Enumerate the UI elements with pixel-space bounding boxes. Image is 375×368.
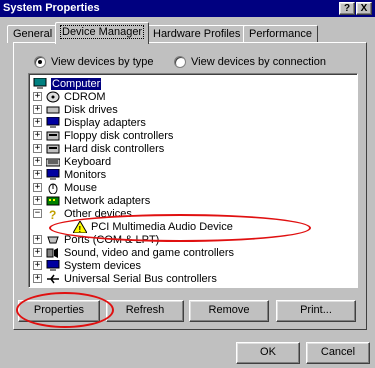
tree-item[interactable]: − ? Other devices — [33, 207, 132, 222]
usb-icon — [46, 273, 60, 285]
expand-icon[interactable]: + — [33, 157, 42, 166]
tree-item-label: Floppy disk controllers — [64, 129, 174, 142]
svg-text:!: ! — [79, 225, 82, 233]
radio-label: View devices by connection — [191, 56, 326, 68]
expand-icon[interactable]: + — [33, 131, 42, 140]
svg-text:?: ? — [49, 208, 56, 220]
keyboard-icon — [45, 156, 61, 168]
close-button[interactable]: X — [356, 2, 372, 15]
expand-icon[interactable]: + — [33, 118, 42, 127]
mouse-icon — [46, 182, 60, 194]
expand-icon[interactable]: + — [33, 235, 42, 244]
properties-button[interactable]: Properties — [18, 300, 100, 322]
tab-performance[interactable]: Performance — [243, 25, 318, 43]
floppy-controller-icon — [46, 130, 60, 142]
expand-icon[interactable]: + — [33, 144, 42, 153]
expand-icon[interactable]: + — [33, 261, 42, 270]
question-mark-icon: ? — [46, 208, 60, 222]
tree-item[interactable]: + Display adapters — [33, 116, 146, 129]
monitor-icon — [46, 168, 60, 181]
tree-item-warning-device[interactable]: ! PCI Multimedia Audio Device — [72, 219, 233, 234]
tree-item[interactable]: + Disk drives — [33, 103, 118, 116]
tree-item-label: Display adapters — [64, 116, 146, 129]
tree-root[interactable]: Computer — [33, 77, 102, 90]
tree-item-label: Hard disk controllers — [64, 142, 165, 155]
tree-item-label: Other devices — [64, 207, 132, 220]
tab-device-manager[interactable]: Device Manager — [55, 22, 150, 44]
tree-item-label: Disk drives — [64, 103, 118, 116]
tree-item-label: Sound, video and game controllers — [64, 246, 234, 259]
tree-item[interactable]: + Keyboard — [33, 155, 111, 168]
tree-item[interactable]: + Hard disk controllers — [33, 142, 164, 155]
device-tree[interactable]: Computer + CDROM + Disk drives + Display… — [28, 73, 358, 288]
tree-item[interactable]: + CDROM — [33, 90, 106, 103]
expand-icon[interactable]: + — [33, 183, 42, 192]
display-adapter-icon — [46, 116, 60, 129]
tab-hardware-profiles[interactable]: Hardware Profiles — [147, 25, 247, 43]
tree-item-label: Mouse — [64, 181, 98, 194]
cancel-button[interactable]: Cancel — [306, 342, 370, 364]
tab-general[interactable]: General — [7, 25, 59, 43]
window-title: System Properties — [3, 2, 100, 14]
tree-item[interactable]: + Ports (COM & LPT) — [33, 233, 159, 246]
warning-device-icon: ! — [72, 219, 88, 234]
radio-view-by-connection[interactable]: View devices by connection — [174, 56, 326, 68]
remove-button[interactable]: Remove — [189, 300, 269, 322]
expand-icon[interactable]: + — [33, 274, 42, 283]
expand-icon[interactable]: + — [33, 92, 42, 101]
expand-icon[interactable]: + — [33, 170, 42, 179]
port-icon — [46, 234, 60, 246]
network-adapter-icon — [46, 195, 60, 207]
ok-button[interactable]: OK — [236, 342, 300, 364]
tree-item[interactable]: + Universal Serial Bus controllers — [33, 272, 217, 285]
radio-button[interactable] — [174, 56, 186, 68]
tree-item[interactable]: + Monitors — [33, 168, 106, 181]
radio-button-checked[interactable] — [34, 56, 46, 68]
tree-item[interactable]: + System devices — [33, 259, 141, 272]
title-bar[interactable]: System Properties ? X — [0, 0, 375, 17]
print-button[interactable]: Print... — [276, 300, 356, 322]
tree-item-label: CDROM — [64, 90, 106, 103]
hard-disk-controller-icon — [46, 143, 60, 155]
system-properties-window: System Properties ? X General Device Man… — [0, 0, 375, 368]
radio-view-by-type[interactable]: View devices by type — [34, 56, 154, 68]
sound-controller-icon — [46, 247, 60, 259]
cdrom-icon — [46, 91, 60, 103]
expand-icon[interactable]: + — [33, 248, 42, 257]
collapse-icon[interactable]: − — [33, 209, 42, 218]
tree-item-label: PCI Multimedia Audio Device — [91, 220, 233, 233]
tree-item-label: Monitors — [64, 168, 107, 181]
expand-icon[interactable]: + — [33, 196, 42, 205]
tree-item-label: System devices — [64, 259, 142, 272]
tree-item-label: Universal Serial Bus controllers — [64, 272, 217, 285]
tree-item-label: Network adapters — [64, 194, 151, 207]
radio-label: View devices by type — [51, 56, 154, 68]
tree-item[interactable]: + Mouse — [33, 181, 97, 194]
tree-item[interactable]: + Floppy disk controllers — [33, 129, 173, 142]
tree-item-label: Keyboard — [64, 155, 112, 168]
tree-item[interactable]: + Sound, video and game controllers — [33, 246, 234, 259]
disk-drive-icon — [46, 104, 60, 116]
tree-item-label: Ports (COM & LPT) — [64, 233, 160, 246]
help-button[interactable]: ? — [339, 2, 355, 15]
tree-item[interactable]: + Network adapters — [33, 194, 150, 207]
refresh-button[interactable]: Refresh — [106, 300, 184, 322]
computer-icon — [33, 77, 47, 90]
tree-root-label: Computer — [51, 77, 102, 90]
expand-icon[interactable]: + — [33, 105, 42, 114]
system-device-icon — [46, 259, 60, 272]
